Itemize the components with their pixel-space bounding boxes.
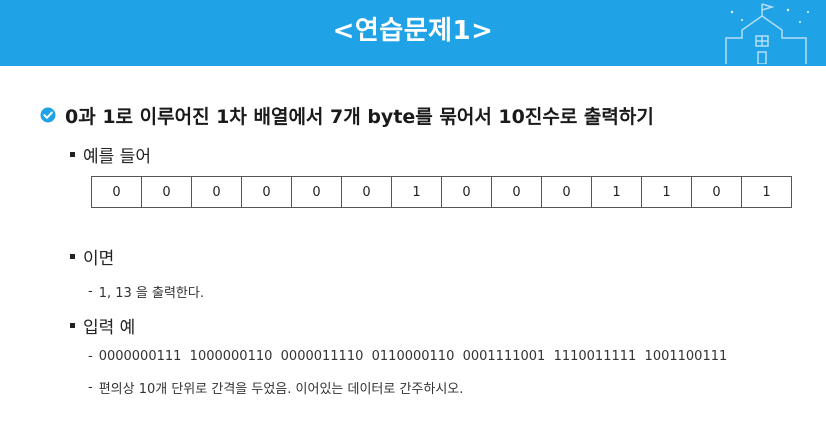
bit-cell: 1 bbox=[592, 177, 642, 207]
check-circle-icon bbox=[40, 107, 56, 123]
input-note: 편의상 10개 단위로 간격을 두었음. 이어있는 데이터로 간주하시오. bbox=[98, 381, 464, 397]
bit-cell: 1 bbox=[642, 177, 692, 207]
bit-cell: 1 bbox=[762, 184, 771, 200]
bit-cell: 0 bbox=[242, 177, 292, 207]
bit-cell: 0 bbox=[492, 177, 542, 207]
then-label: 이면 bbox=[83, 248, 115, 269]
dash-marker: - bbox=[88, 379, 93, 395]
header-bar: <연습문제1> bbox=[0, 0, 826, 66]
input-example-line1: - 0000000111 1000000110 0000011110 01100… bbox=[88, 346, 727, 366]
bit-cell: 0 bbox=[142, 177, 192, 207]
input-binary-data: 0000000111 1000000110 0000011110 0110000… bbox=[98, 348, 728, 364]
bit-cell: 0 bbox=[342, 177, 392, 207]
then-text: 1, 13 을 출력한다. bbox=[98, 285, 204, 301]
dash-marker: - bbox=[88, 348, 93, 364]
bit-cell: 1 bbox=[392, 177, 442, 207]
bit-cell: 0 bbox=[542, 177, 592, 207]
square-bullet-icon bbox=[70, 253, 75, 259]
bit-array-table: 0 0 0 0 0 0 1 0 0 0 1 1 0 1 bbox=[91, 176, 792, 208]
square-bullet-icon bbox=[70, 322, 75, 328]
square-bullet-icon bbox=[70, 151, 75, 157]
dash-marker: - bbox=[88, 283, 93, 299]
bit-cell: 0 bbox=[692, 177, 742, 207]
then-detail: - 1, 13 을 출력한다. bbox=[88, 281, 204, 301]
bit-cell: 0 bbox=[292, 177, 342, 207]
input-example-label: 입력 예 bbox=[83, 317, 136, 338]
main-problem: 0과 1로 이루어진 1차 배열에서 7개 byte를 묶어서 10진수로 출력… bbox=[40, 100, 654, 130]
bit-cell: 0 bbox=[92, 177, 142, 207]
input-example-line2: - 편의상 10개 단위로 간격을 두었음. 이어있는 데이터로 간주하시오. bbox=[88, 377, 463, 397]
bit-cell: 0 bbox=[192, 177, 242, 207]
bit-cell: 0 bbox=[442, 177, 492, 207]
page-title: <연습문제1> bbox=[332, 16, 494, 46]
bullet-then: 이면 bbox=[70, 244, 115, 269]
example-label: 예를 들어 bbox=[83, 146, 151, 167]
bullet-input-example: 입력 예 bbox=[70, 313, 136, 338]
bullet-example: 예를 들어 bbox=[70, 142, 151, 167]
main-problem-text: 0과 1로 이루어진 1차 배열에서 7개 byte를 묶어서 10진수로 출력… bbox=[65, 105, 654, 128]
school-building-icon bbox=[725, 3, 809, 64]
